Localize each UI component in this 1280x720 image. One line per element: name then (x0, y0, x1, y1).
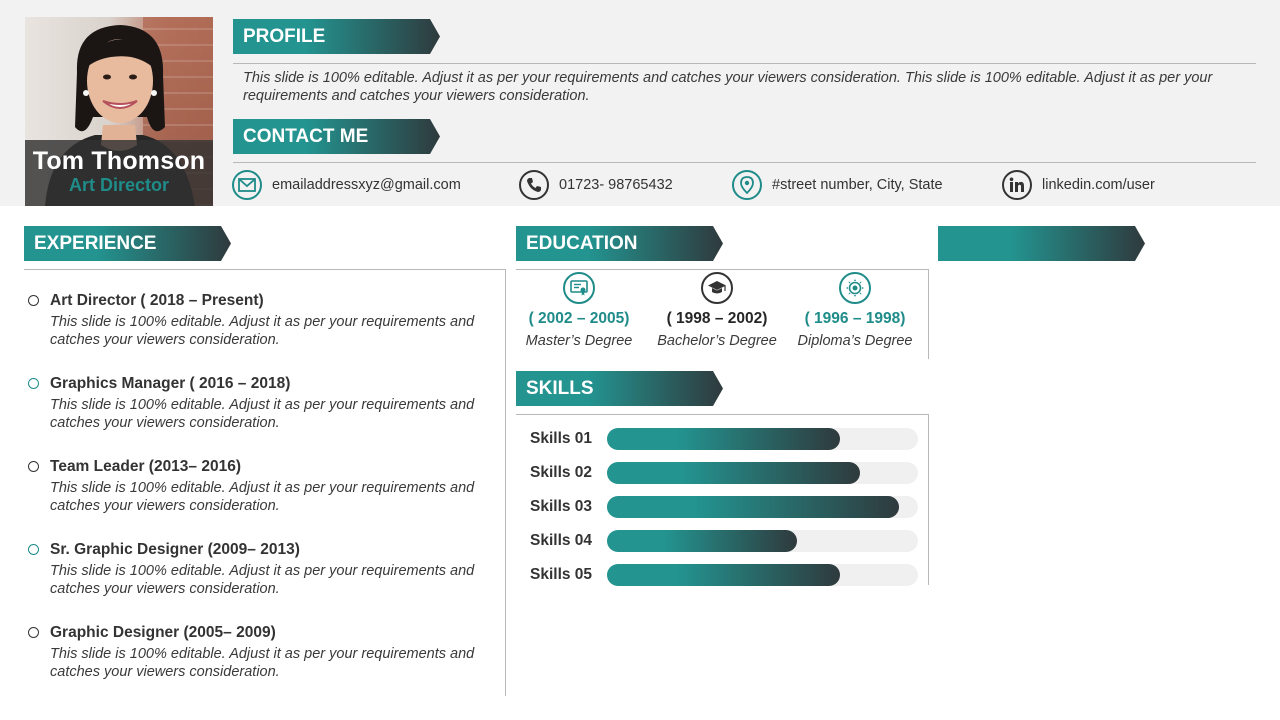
email-icon (232, 170, 262, 200)
education-item: ( 1998 – 2002) Bachelor’s Degree (647, 272, 787, 349)
experience-title: Art Director ( 2018 – Present) (50, 292, 264, 309)
award-seal-icon (839, 272, 871, 304)
linkedin-text: linkedin.com/user (1042, 177, 1155, 193)
education-heading: EDUCATION (516, 226, 723, 261)
experience-title: Graphics Manager ( 2016 – 2018) (50, 375, 291, 392)
skill-row: Skills 03 (530, 496, 920, 518)
skill-track (607, 496, 918, 518)
contact-divider (233, 162, 1256, 163)
contact-address[interactable]: #street number, City, State (732, 170, 943, 200)
bullet-circle-icon (28, 627, 39, 638)
skill-label: Skills 04 (530, 532, 593, 549)
phone-icon (519, 170, 549, 200)
skill-track (607, 530, 918, 552)
skills-top-divider (516, 414, 928, 415)
skills-side-divider (928, 414, 929, 585)
profile-text: This slide is 100% editable. Adjust it a… (243, 70, 1213, 104)
education-years: ( 1998 – 2002) (666, 310, 768, 327)
education-degree: Bachelor’s Degree (657, 333, 777, 349)
experience-heading: EXPERIENCE (24, 226, 231, 261)
skill-track (607, 564, 918, 586)
bullet-circle-icon (28, 295, 39, 306)
contact-email[interactable]: emailaddressxyz@gmail.com (232, 170, 461, 200)
bullet-circle-icon (28, 378, 39, 389)
skill-bar-fill (607, 564, 841, 586)
education-years: ( 1996 – 1998) (804, 310, 906, 327)
education-top-divider (516, 269, 928, 270)
skill-bar-fill (607, 462, 861, 484)
profile-divider (233, 63, 1256, 64)
skill-label: Skills 03 (530, 498, 593, 515)
experience-side-divider (505, 269, 506, 696)
education-item: ( 1996 – 1998) Diploma’s Degree (785, 272, 925, 349)
experience-title: Graphic Designer (2005– 2009) (50, 624, 276, 641)
experience-desc: This slide is 100% editable. Adjust it a… (50, 397, 475, 431)
bullet-circle-icon (28, 461, 39, 472)
person-role: Art Director (68, 175, 170, 195)
skill-label: Skills 02 (530, 464, 593, 481)
linkedin-icon (1002, 170, 1032, 200)
education-years: ( 2002 – 2005) (528, 310, 630, 327)
experience-title: Sr. Graphic Designer (2009– 2013) (50, 541, 300, 558)
skill-bar-fill (607, 530, 797, 552)
experience-desc: This slide is 100% editable. Adjust it a… (50, 646, 475, 680)
education-degree: Master’s Degree (525, 333, 633, 349)
phone-text: 01723- 98765432 (559, 177, 673, 193)
skill-row: Skills 02 (530, 462, 920, 484)
name-card: Tom Thomson Art Director (25, 140, 213, 206)
skill-track (607, 428, 918, 450)
skill-bar-fill (607, 428, 841, 450)
education-degree: Diploma’s Degree (797, 333, 913, 349)
skill-track (607, 462, 918, 484)
experience-desc: This slide is 100% editable. Adjust it a… (50, 563, 475, 597)
skill-row: Skills 04 (530, 530, 920, 552)
skills-heading: SKILLS (516, 371, 723, 406)
skill-row: Skills 05 (530, 564, 920, 586)
experience-desc: This slide is 100% editable. Adjust it a… (50, 314, 475, 348)
address-text: #street number, City, State (772, 177, 943, 193)
experience-top-divider (24, 269, 505, 270)
skill-label: Skills 01 (530, 430, 593, 447)
bullet-circle-icon (28, 544, 39, 555)
profile-heading: PROFILE (233, 19, 440, 54)
contact-linkedin[interactable]: linkedin.com/user (1002, 170, 1155, 200)
education-side-divider (928, 269, 929, 359)
skill-label: Skills 05 (530, 566, 593, 583)
skill-row: Skills 01 (530, 428, 920, 450)
experience-desc: This slide is 100% editable. Adjust it a… (50, 480, 475, 514)
contact-heading: CONTACT ME (233, 119, 440, 154)
location-pin-icon (732, 170, 762, 200)
skill-bar-fill (607, 496, 900, 518)
education-item: ( 2002 – 2005) Master’s Degree (509, 272, 649, 349)
extra-section-heading (938, 226, 1145, 261)
email-text: emailaddressxyz@gmail.com (272, 177, 461, 193)
graduation-cap-icon (701, 272, 733, 304)
person-name: Tom Thomson (32, 147, 206, 175)
experience-title: Team Leader (2013– 2016) (50, 458, 241, 475)
certificate-icon (563, 272, 595, 304)
contact-phone[interactable]: 01723- 98765432 (519, 170, 673, 200)
